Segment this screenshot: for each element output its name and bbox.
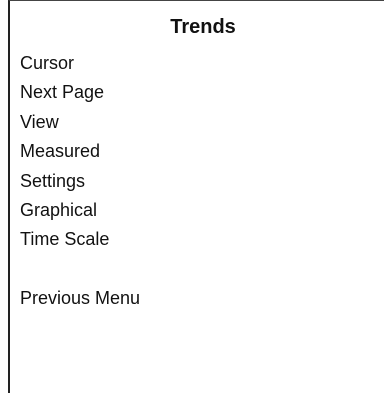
menu-list: Cursor Next Page View Measured Settings … [20,49,140,314]
menu-title: Trends [170,16,236,38]
menu-item-previous-menu[interactable]: Previous Menu [20,284,140,313]
menu-item-measured[interactable]: Measured [20,137,140,166]
menu-item-time-scale[interactable]: Time Scale [20,225,140,254]
menu-item-cursor[interactable]: Cursor [20,49,140,78]
trends-menu-panel: Trends Cursor Next Page View Measured Se… [8,0,384,393]
menu-spacer [20,255,140,284]
menu-item-graphical[interactable]: Graphical [20,196,140,225]
menu-item-next-page[interactable]: Next Page [20,78,140,107]
menu-item-settings[interactable]: Settings [20,167,140,196]
menu-item-view[interactable]: View [20,108,140,137]
